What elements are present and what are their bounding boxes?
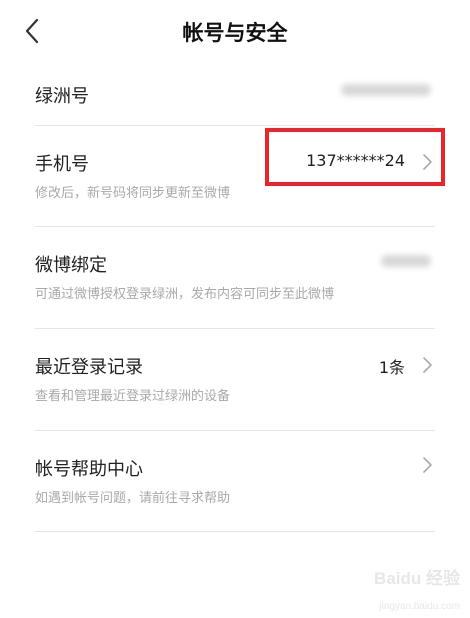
settings-row-oasis-id[interactable]: 绿洲号: [35, 62, 435, 126]
row-title: 手机号: [35, 154, 89, 175]
row-title: 微博绑定: [35, 255, 107, 276]
row-title: 绿洲号: [35, 86, 89, 107]
row-subtitle: 可通过微博授权登录绿洲，发布内容可同步至此微博: [35, 287, 335, 302]
settings-row-login-history[interactable]: 最近登录记录 1条 查看和管理最近登录过绿洲的设备: [35, 329, 435, 431]
login-count-value: 1条: [378, 358, 405, 377]
watermark-url: jingyan.baidu.com: [379, 601, 460, 612]
chevron-right-icon: [423, 457, 432, 473]
settings-row-help-center[interactable]: 帐号帮助中心 如遇到帐号问题，请前往寻求帮助: [35, 431, 435, 532]
row-title: 最近登录记录: [35, 357, 143, 378]
top-nav-bar: 帐号与安全: [0, 0, 470, 62]
row-subtitle: 查看和管理最近登录过绿洲的设备: [35, 389, 231, 404]
settings-row-weibo-binding[interactable]: 微博绑定 可通过微博授权登录绿洲，发布内容可同步至此微博: [35, 227, 435, 329]
watermark-logo: Baidu 经验: [374, 569, 460, 588]
baidu-jingyan-watermark: Baidu 经验 jingyan.baidu.com: [340, 562, 460, 612]
row-subtitle: 如遇到帐号问题，请前往寻求帮助: [35, 491, 231, 506]
row-title: 帐号帮助中心: [35, 459, 143, 480]
blurred-value: [381, 255, 431, 267]
highlight-box: [265, 128, 445, 186]
page-title: 帐号与安全: [182, 21, 288, 45]
row-subtitle: 修改后，新号码将同步更新至微博: [35, 186, 231, 201]
chevron-right-icon: [423, 357, 432, 373]
blurred-value: [341, 84, 431, 96]
